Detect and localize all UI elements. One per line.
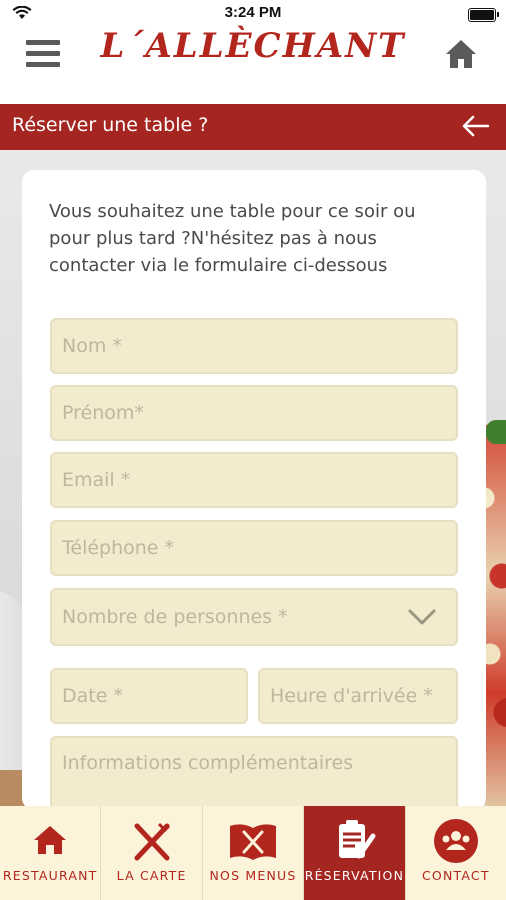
nom-field[interactable]: Nom * [50, 318, 458, 374]
date-field[interactable]: Date * [50, 668, 248, 724]
reservation-form-card: Vous souhaitez une table pour ce soir ou… [22, 170, 486, 826]
status-bar: 3:24 PM [0, 0, 506, 28]
home-icon[interactable] [444, 38, 478, 70]
tab-nos-menus-label: NOS MENUS [209, 868, 297, 883]
tab-la-carte-label: LA CARTE [116, 868, 187, 883]
tab-restaurant-label: RESTAURANT [2, 868, 98, 883]
tab-contact[interactable]: CONTACT [406, 806, 506, 900]
form-intro-text: Vous souhaitez une table pour ce soir ou… [49, 201, 416, 276]
chevron-down-icon [408, 609, 436, 625]
contact-icon [433, 819, 478, 863]
telephone-placeholder: Téléphone * [62, 537, 175, 559]
leaf-decoration [486, 420, 506, 444]
tab-nos-menus[interactable]: NOS MENUS [203, 806, 305, 900]
email-placeholder: Email * [62, 469, 131, 491]
tab-contact-label: CONTACT [421, 868, 490, 883]
arrow-left-icon[interactable] [462, 114, 490, 138]
restaurant-icon [28, 819, 73, 863]
status-time: 3:24 PM [224, 4, 282, 21]
heure-placeholder: Heure d'arrivée * [270, 685, 433, 707]
prenom-field[interactable]: Prénom* [50, 385, 458, 441]
menu-book-icon [230, 824, 277, 860]
heure-field[interactable]: Heure d'arrivée * [258, 668, 458, 724]
tab-restaurant[interactable]: RESTAURANT [0, 806, 102, 900]
tab-reservation-label: RÉSERVATION [304, 868, 405, 883]
brand-logo: L´ALLÈCHANT [100, 26, 406, 66]
tab-reservation[interactable]: RÉSERVATION [304, 806, 406, 900]
personnes-placeholder: Nombre de personnes * [62, 606, 288, 628]
clipboard-icon [339, 820, 376, 859]
bottom-tab-bar: RESTAURANT LA CARTE NOS MENUS RÉSERVATIO… [0, 806, 506, 900]
battery-icon [468, 8, 499, 22]
tab-la-carte[interactable]: LA CARTE [101, 806, 203, 900]
page-title: Réserver une table ? [12, 114, 209, 136]
informations-placeholder: Informations complémentaires [62, 752, 354, 774]
email-field[interactable]: Email * [50, 452, 458, 508]
title-bar: Réserver une table ? [0, 104, 506, 150]
date-placeholder: Date * [62, 685, 123, 707]
app-header: L´ALLÈCHANT [0, 26, 506, 104]
personnes-select[interactable]: Nombre de personnes * [50, 588, 458, 646]
nom-placeholder: Nom * [62, 335, 122, 357]
telephone-field[interactable]: Téléphone * [50, 520, 458, 576]
prenom-placeholder: Prénom* [62, 402, 144, 424]
fork-knife-icon [134, 822, 170, 861]
